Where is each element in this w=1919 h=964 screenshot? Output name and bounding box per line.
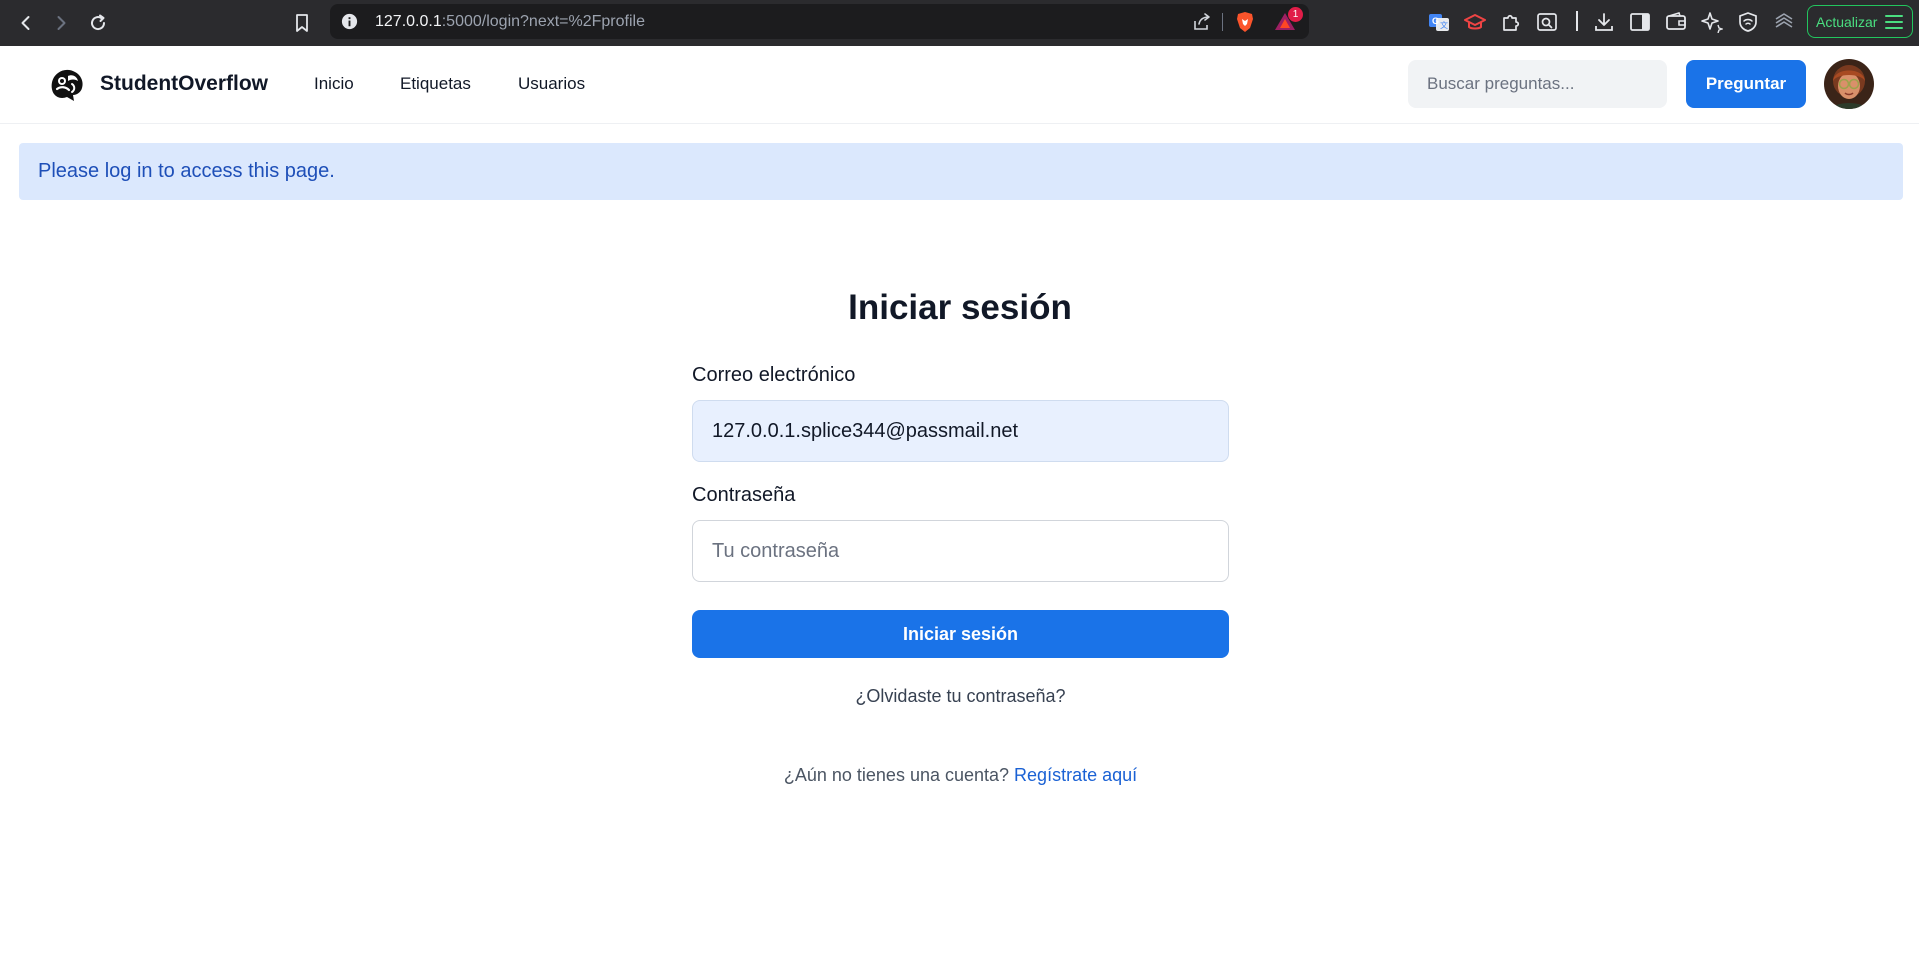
email-label: Correo electrónico	[692, 364, 856, 386]
nav-link-inicio[interactable]: Inicio	[314, 74, 354, 94]
sidebar-icon	[1630, 13, 1650, 31]
stack-layers-icon	[1775, 13, 1793, 28]
layers-button[interactable]	[1772, 10, 1796, 34]
svg-text:文: 文	[1440, 20, 1448, 30]
site-header: StudentOverflow Inicio Etiquetas Usuario…	[0, 46, 1919, 124]
wallet-icon	[1666, 12, 1686, 30]
avatar[interactable]	[1824, 59, 1874, 109]
url-path: :5000/login?next=%2Fprofile	[441, 13, 645, 30]
info-icon[interactable]	[340, 12, 359, 31]
toolbar-separator	[1576, 11, 1578, 31]
reload-button[interactable]	[84, 9, 112, 37]
address-bar[interactable]: 127.0.0.1:5000/login?next=%2Fprofile 1	[330, 4, 1309, 39]
hamburger-menu-icon	[1885, 14, 1904, 29]
download-icon	[1595, 13, 1613, 31]
translate-icon: G文	[1429, 14, 1449, 31]
nav-link-usuarios[interactable]: Usuarios	[518, 74, 585, 94]
nav-link-etiquetas[interactable]: Etiquetas	[400, 74, 471, 94]
bookmark-button[interactable]	[288, 9, 316, 37]
sidebar-button[interactable]	[1628, 10, 1652, 34]
svg-text:G: G	[1432, 16, 1439, 26]
vpn-shield-icon	[1739, 12, 1757, 32]
study-extension[interactable]	[1463, 10, 1487, 34]
forward-button[interactable]	[47, 9, 75, 37]
login-submit-button[interactable]: Iniciar sesión	[692, 610, 1229, 658]
alert-message: Please log in to access this page.	[38, 160, 335, 182]
password-label: Contraseña	[692, 484, 796, 506]
page-search-button[interactable]	[1535, 10, 1559, 34]
share-icon[interactable]	[1192, 12, 1212, 32]
email-field[interactable]	[692, 400, 1229, 462]
signup-prompt-text: ¿Aún no tienes una cuenta?	[783, 765, 1010, 785]
page-search-icon	[1537, 13, 1557, 31]
reload-icon	[91, 14, 106, 31]
bookmark-icon	[296, 14, 308, 32]
signup-link[interactable]: Regístrate aquí	[1014, 765, 1137, 785]
forgot-password-link[interactable]: ¿Olvidaste tu contraseña?	[692, 686, 1229, 707]
page-title: Iniciar sesión	[848, 288, 1072, 327]
signup-prompt: ¿Aún no tienes una cuenta? Regístrate aq…	[692, 765, 1229, 786]
update-label: Actualizar	[1816, 13, 1878, 30]
leo-ai-icon	[1701, 12, 1723, 33]
address-separator	[1222, 13, 1223, 31]
puzzle-extension-icon	[1503, 14, 1520, 31]
password-field[interactable]	[692, 520, 1229, 582]
wallet-button[interactable]	[1664, 10, 1688, 34]
back-button[interactable]	[12, 9, 40, 37]
url-text[interactable]: 127.0.0.1:5000/login?next=%2Fprofile	[375, 13, 645, 31]
update-button[interactable]: Actualizar	[1807, 5, 1913, 38]
extensions-button[interactable]	[1499, 10, 1523, 34]
brave-shields-icon[interactable]	[1234, 11, 1256, 33]
rewards-badge: 1	[1288, 7, 1303, 22]
browser-toolbar: 127.0.0.1:5000/login?next=%2Fprofile 1 G…	[0, 0, 1919, 46]
back-icon	[21, 16, 30, 30]
downloads-button[interactable]	[1592, 10, 1616, 34]
info-alert: Please log in to access this page.	[19, 143, 1903, 200]
search-input[interactable]	[1408, 60, 1667, 108]
graduation-cap-icon	[1464, 14, 1486, 30]
leo-ai-button[interactable]	[1700, 10, 1724, 34]
translate-extension[interactable]: G文	[1427, 10, 1451, 34]
forward-icon	[57, 16, 66, 30]
logo-icon[interactable]	[48, 64, 86, 104]
vpn-button[interactable]	[1736, 10, 1760, 34]
url-host: 127.0.0.1	[375, 13, 442, 30]
ask-question-button[interactable]: Preguntar	[1686, 60, 1806, 108]
brand-name[interactable]: StudentOverflow	[100, 72, 268, 96]
